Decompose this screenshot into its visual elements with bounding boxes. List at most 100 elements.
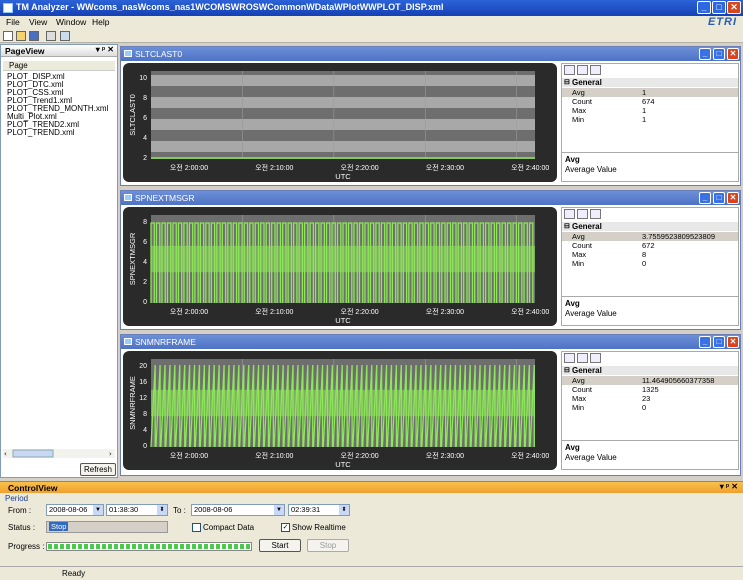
property-pages-icon[interactable] <box>590 209 601 219</box>
property-row[interactable]: Min 0 <box>562 259 738 268</box>
chart-area: 20 16 12 8 4 0 오전 2:00:00 오전 2:10:00 오전 2:20:00 오… <box>123 351 557 470</box>
refresh-button[interactable]: Refresh <box>80 463 116 476</box>
menu-window[interactable]: Window <box>56 17 86 27</box>
property-pages-icon[interactable] <box>590 65 601 75</box>
from-date-picker[interactable]: 2008-08-06 ▼ <box>46 504 104 516</box>
description-text: Average Value <box>565 453 617 462</box>
collapse-icon[interactable]: ⊟ <box>564 78 570 86</box>
controlview-panel: ControlView ▾ ᵖ ✕ Period From : 2008-08-… <box>0 481 743 566</box>
y-axis-label: SLTCLAST0 <box>128 94 137 136</box>
save-icon[interactable] <box>29 31 39 41</box>
spin-icon[interactable]: ⬍ <box>157 505 167 515</box>
collapse-icon[interactable]: ⊟ <box>564 366 570 374</box>
x-tick-label: 오전 2:40:00 <box>511 307 549 316</box>
sort-alpha-icon[interactable] <box>577 353 588 363</box>
y-tick-label: 16 <box>139 379 147 386</box>
controlview-controls[interactable]: ▾ ᵖ ✕ <box>720 482 738 491</box>
category-label: General <box>572 78 602 87</box>
print-preview-icon[interactable] <box>60 31 70 41</box>
start-button[interactable]: Start <box>259 539 301 552</box>
category-label: General <box>572 222 602 231</box>
property-value: 0 <box>642 403 647 412</box>
property-category[interactable]: ⊟ General <box>562 366 738 375</box>
chart-icon <box>124 338 132 345</box>
status-field: Stop <box>46 521 168 533</box>
chart-panel-spnextmsgr: SPNEXTMSGR _ □ ✕ 8 6 4 2 0 오전 2:00:00 오전 2:10:… <box>120 190 741 330</box>
spin-icon[interactable]: ⬍ <box>339 505 349 515</box>
maximize-button[interactable]: □ <box>712 1 726 14</box>
panel-maximize-button[interactable]: □ <box>713 48 725 60</box>
x-tick-label: 오전 2:10:00 <box>255 307 293 316</box>
property-category[interactable]: ⊟ General <box>562 78 738 87</box>
close-button[interactable]: ✕ <box>727 1 741 14</box>
property-row[interactable]: Min 0 <box>562 403 738 412</box>
property-name: Min <box>572 115 585 124</box>
property-category[interactable]: ⊟ General <box>562 222 738 231</box>
property-row[interactable]: Max 1 <box>562 106 738 115</box>
property-row[interactable]: Count 672 <box>562 241 738 250</box>
property-name: Min <box>572 259 585 268</box>
categorized-icon[interactable] <box>564 353 575 363</box>
sort-alpha-icon[interactable] <box>577 65 588 75</box>
panel-maximize-button[interactable]: □ <box>713 192 725 204</box>
from-label: From : <box>8 506 32 515</box>
panel-header: SLTCLAST0 _ □ ✕ <box>121 47 740 61</box>
x-tick-label: 오전 2:40:00 <box>511 451 549 460</box>
new-icon[interactable] <box>3 31 13 41</box>
property-grid: ⊟ General Avg 1 Count 674 Max 1 Min 1 Av… <box>561 63 739 182</box>
from-date-value: 2008-08-06 <box>49 505 88 514</box>
pageview-controls[interactable]: ▾ ᵖ ✕ <box>96 45 114 54</box>
panel-header: SPNEXTMSGR _ □ ✕ <box>121 191 740 205</box>
panel-minimize-button[interactable]: _ <box>699 336 711 348</box>
property-row[interactable]: Min 1 <box>562 115 738 124</box>
property-row[interactable]: Avg 11.464905660377358 <box>562 376 738 385</box>
show-realtime-checkbox[interactable]: ✓ <box>281 523 290 532</box>
property-pages-icon[interactable] <box>590 353 601 363</box>
property-row[interactable]: Max 23 <box>562 394 738 403</box>
menu-help[interactable]: Help <box>92 17 109 27</box>
etri-logo: ETRI <box>707 16 737 28</box>
panel-close-button[interactable]: ✕ <box>727 48 739 60</box>
property-value: 0 <box>642 259 647 268</box>
property-row[interactable]: Count 674 <box>562 97 738 106</box>
chevron-down-icon[interactable]: ▼ <box>274 505 284 515</box>
panel-close-button[interactable]: ✕ <box>727 336 739 348</box>
property-row[interactable]: Avg 1 <box>562 88 738 97</box>
categorized-icon[interactable] <box>564 65 575 75</box>
pageview-column-header[interactable]: Page <box>3 61 115 71</box>
property-name: Count <box>572 241 593 250</box>
description-title: Avg <box>565 299 580 308</box>
x-tick-label: 오전 2:10:00 <box>255 451 293 460</box>
panel-maximize-button[interactable]: □ <box>713 336 725 348</box>
to-date-picker[interactable]: 2008-08-06 ▼ <box>191 504 285 516</box>
y-tick-label: 8 <box>143 219 147 226</box>
column-label: Page <box>9 61 28 70</box>
y-tick-label: 4 <box>143 259 147 266</box>
property-row[interactable]: Count 1325 <box>562 385 738 394</box>
categorized-icon[interactable] <box>564 209 575 219</box>
chart-icon <box>124 194 132 201</box>
chevron-down-icon[interactable]: ▼ <box>93 505 103 515</box>
panel-close-button[interactable]: ✕ <box>727 192 739 204</box>
compact-data-checkbox[interactable] <box>192 523 201 532</box>
from-time-field[interactable]: 01:38:30 ⬍ <box>106 504 168 516</box>
property-row[interactable]: Avg 3.7559523809523809 <box>562 232 738 241</box>
menu-view[interactable]: View <box>29 17 47 27</box>
chart-icon <box>124 50 132 57</box>
sort-alpha-icon[interactable] <box>577 209 588 219</box>
property-row[interactable]: Max 8 <box>562 250 738 259</box>
print-icon[interactable] <box>46 31 56 41</box>
open-icon[interactable] <box>16 31 26 41</box>
menu-file[interactable]: File <box>6 17 20 27</box>
property-toolbar <box>564 65 603 77</box>
horizontal-scrollbar[interactable]: ‹ › <box>3 449 115 458</box>
minimize-button[interactable]: _ <box>697 1 711 14</box>
panel-minimize-button[interactable]: _ <box>699 48 711 60</box>
list-item[interactable]: PLOT_TREND.xml <box>7 128 119 137</box>
stop-button[interactable]: Stop <box>307 539 349 552</box>
to-time-field[interactable]: 02:39:31 ⬍ <box>288 504 350 516</box>
collapse-icon[interactable]: ⊟ <box>564 222 570 230</box>
x-tick-label: 오전 2:00:00 <box>170 451 208 460</box>
x-tick-label: 오전 2:20:00 <box>341 307 379 316</box>
panel-minimize-button[interactable]: _ <box>699 192 711 204</box>
